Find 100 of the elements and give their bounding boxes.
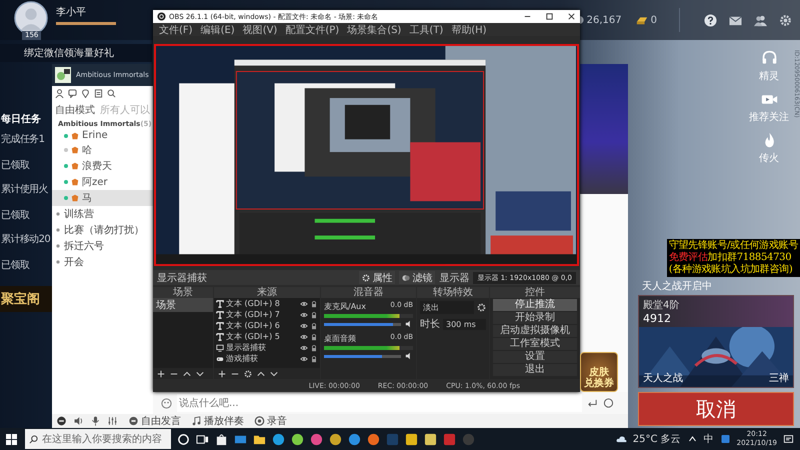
windows-start-icon[interactable] [6,434,17,444]
channel-name[interactable]: 训练营 [64,207,94,221]
message-input[interactable]: 说点什么吧... [177,394,582,412]
lock-icon[interactable] [310,332,318,340]
circle-icon[interactable] [310,432,323,446]
volume-slider[interactable] [324,354,401,358]
lock-icon[interactable] [310,322,318,330]
eye-icon[interactable] [300,354,308,362]
lock-icon[interactable] [310,344,318,352]
square-icon[interactable] [424,432,437,446]
control-button[interactable]: 开始录制 [493,312,577,324]
coupon-badge[interactable]: 皮肤 兑换券 [580,352,618,392]
source-name[interactable]: 文本 (GDI+) 8 [226,298,298,309]
chat-icon[interactable] [68,89,77,98]
menu-item[interactable]: 编辑(E) [200,22,235,36]
promo-banner[interactable]: 绑定微信领海量好礼 [0,44,152,62]
source-name[interactable]: 文本 (GDI+) 6 [226,320,298,331]
bag-icon[interactable] [215,432,228,446]
toolbar-button[interactable]: 属性 [359,271,396,284]
group-avatar-icon[interactable] [55,67,71,83]
up-icon[interactable] [183,370,191,378]
tool-label[interactable]: 录音 [267,414,287,428]
channel-name[interactable]: 比赛（请勿打扰） [64,223,144,237]
member-row[interactable]: 马 [52,190,153,206]
scene-item[interactable]: 场景 [153,298,213,312]
transition-dropdown[interactable]: 淡出 [420,301,474,314]
volume-slider[interactable] [324,322,401,326]
channel-name[interactable]: 拆迁六号 [64,239,104,253]
location-icon[interactable] [81,89,90,98]
enter-icon[interactable] [587,398,598,408]
input-method-indicator[interactable]: 中 [704,432,714,446]
circle-icon[interactable] [291,432,304,446]
speaker-icon[interactable] [405,352,413,360]
settings-icon[interactable] [779,14,792,26]
shop-banner[interactable]: 聚宝阁 [0,286,52,312]
toolbar-button[interactable]: 滤镜 [399,271,436,284]
microphone-icon[interactable] [90,416,101,426]
eye-icon[interactable] [300,332,308,340]
square-icon[interactable] [405,432,418,446]
down-icon[interactable] [196,370,204,378]
control-button[interactable]: 设置 [493,351,577,363]
speaker-icon[interactable] [405,320,413,328]
circle-icon[interactable] [367,432,380,446]
close-icon[interactable] [567,12,576,21]
source-name[interactable]: 文本 (GDI+) 5 [226,331,298,342]
eye-icon[interactable] [300,300,308,308]
eye-icon[interactable] [300,344,308,352]
menu-item[interactable]: 视图(V) [242,22,278,36]
down-icon[interactable] [270,370,278,378]
music-note-icon[interactable] [191,416,202,426]
maximize-icon[interactable] [545,12,554,21]
control-button[interactable]: 退出 [493,364,577,376]
menu-item[interactable]: 场景集合(S) [347,22,402,36]
speech-bubble-icon[interactable] [603,398,614,408]
channel-name[interactable]: 开会 [64,255,84,269]
ring-icon[interactable] [177,432,190,446]
task-view-icon[interactable] [196,432,209,446]
notification-icon[interactable] [783,434,794,444]
source-name[interactable]: 游戏捕获 [226,353,298,364]
up-icon[interactable] [257,370,265,378]
circle-icon[interactable] [329,432,342,446]
eye-icon[interactable] [300,310,308,318]
member-row[interactable]: 浪费天 [52,158,153,174]
settings-icon[interactable] [244,370,252,378]
speaker-icon[interactable] [73,416,84,426]
circle-icon[interactable] [348,432,361,446]
person-icon[interactable] [55,89,64,98]
add-icon[interactable] [218,370,226,378]
emoji-icon[interactable] [161,398,172,408]
source-name[interactable]: 文本 (GDI+) 7 [226,309,298,320]
member-row[interactable]: 阿zer [52,174,153,190]
eye-icon[interactable] [300,322,308,330]
source-name[interactable]: 显示器捕获 [226,342,298,353]
settings-icon[interactable] [477,303,486,312]
tool-label[interactable]: 自由发言 [141,414,181,428]
member-row[interactable]: 哈 [52,142,153,158]
control-button[interactable]: 停止推流 [493,299,577,311]
search-icon[interactable] [107,89,116,98]
help-icon[interactable] [704,14,717,26]
member-row[interactable]: Erine [52,129,153,142]
menu-item[interactable]: 文件(F) [159,22,193,36]
tool-label[interactable]: 播放伴奏 [204,414,244,428]
lock-icon[interactable] [310,310,318,318]
chat-mode[interactable]: 自由模式 [55,103,95,117]
duration-field[interactable]: 300 ms [443,318,486,330]
equalizer-icon[interactable] [107,416,118,426]
menu-item[interactable]: 帮助(H) [451,22,487,36]
keyboard-icon[interactable] [720,434,731,444]
chevron-up-icon[interactable] [686,434,698,444]
record-icon[interactable] [254,416,265,426]
taskbar-search-field[interactable]: 在这里输入你要搜索的内容 [25,429,171,449]
circle-icon[interactable] [272,432,285,446]
menu-item[interactable]: 配置文件(P) [285,22,340,36]
lock-icon[interactable] [310,300,318,308]
menu-item[interactable]: 工具(T) [409,22,444,36]
cancel-button[interactable]: 取消 [638,392,794,426]
lock-icon[interactable] [310,354,318,362]
add-icon[interactable] [157,370,165,378]
mail-icon[interactable] [729,14,742,26]
control-button[interactable]: 工作室模式 [493,338,577,350]
